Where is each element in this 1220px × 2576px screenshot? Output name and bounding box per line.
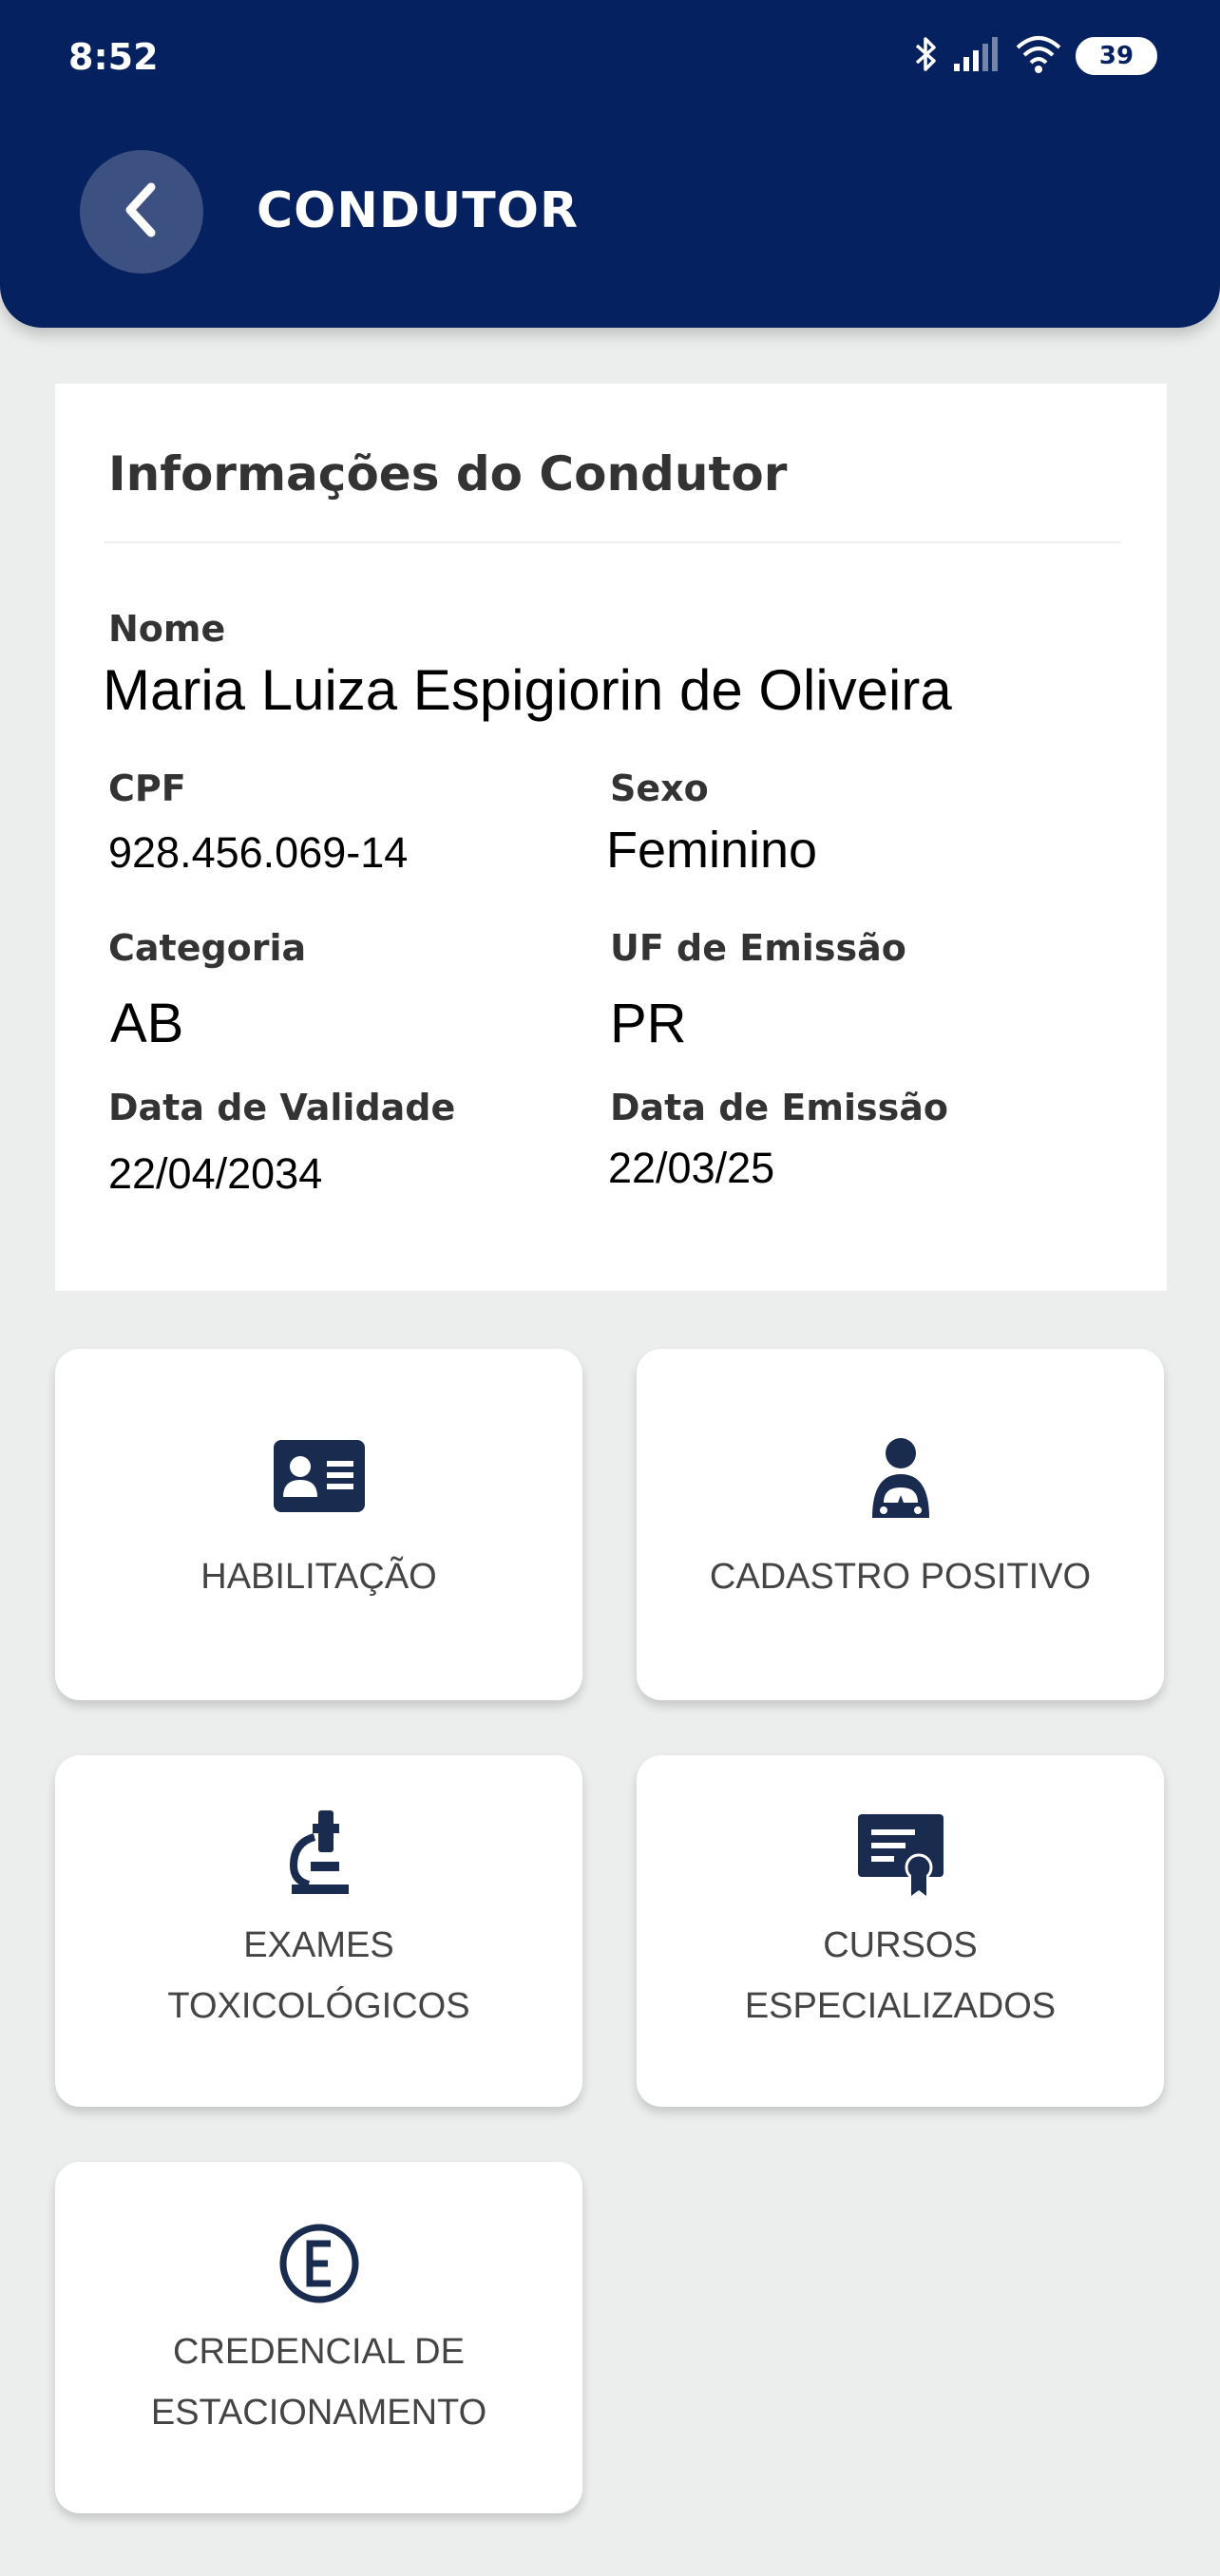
cadastro-positivo-tile[interactable]: CADASTRO POSITIVO <box>637 1349 1164 1700</box>
cursos-especializados-tile[interactable]: CURSOS ESPECIALIZADOS <box>637 1755 1164 2107</box>
sexo-value: Feminino <box>606 822 818 879</box>
emissao-label: Data de Emissão <box>610 1087 948 1128</box>
certificate-icon <box>637 1814 1164 1896</box>
divider <box>105 541 1121 543</box>
status-icons: 39 <box>914 32 1157 80</box>
validade-value: 22/04/2034 <box>108 1149 323 1198</box>
tile-label-line: EXAMES <box>243 1925 394 1965</box>
page-title: CONDUTOR <box>257 182 579 239</box>
exames-toxicologicos-tile[interactable]: EXAMES TOXICOLÓGICOS <box>55 1755 582 2107</box>
tile-label-line: HABILITAÇÃO <box>200 1557 437 1597</box>
status-time: 8:52 <box>68 36 159 78</box>
cadastro-positivo-label: CADASTRO POSITIVO <box>637 1546 1164 1607</box>
chevron-left-icon <box>121 181 162 242</box>
info-card-title: Informações do Condutor <box>108 446 788 502</box>
cpf-value: 928.456.069-14 <box>108 828 409 877</box>
nome-value: Maria Luiza Espigiorin de Oliveira <box>103 658 952 722</box>
tile-label-line: ESTACIONAMENTO <box>150 2393 487 2433</box>
cpf-label: CPF <box>108 767 186 809</box>
credencial-estacionamento-label: CREDENCIAL DE ESTACIONAMENTO <box>55 2321 582 2443</box>
tile-label-line: ESPECIALIZADOS <box>744 1986 1057 2026</box>
id-card-icon <box>55 1440 582 1512</box>
tile-label-line: CADASTRO POSITIVO <box>709 1557 1092 1597</box>
wifi-icon <box>1015 34 1062 78</box>
categoria-value: AB <box>110 993 184 1054</box>
nome-label: Nome <box>108 608 226 650</box>
back-button[interactable] <box>80 150 203 274</box>
app-header: 8:52 39 CONDUTOR <box>0 0 1220 328</box>
signal-icon <box>952 35 1001 77</box>
tile-label-line: CURSOS <box>823 1925 978 1965</box>
microscope-icon <box>55 1810 582 1896</box>
battery-level: 39 <box>1098 42 1134 70</box>
parking-e-icon <box>55 2223 582 2304</box>
categoria-label: Categoria <box>108 927 307 969</box>
battery-icon: 39 <box>1076 37 1157 75</box>
tile-label-line: CREDENCIAL DE <box>173 2332 465 2372</box>
habilitacao-tile[interactable]: HABILITAÇÃO <box>55 1349 582 1700</box>
cursos-especializados-label: CURSOS ESPECIALIZADOS <box>637 1915 1164 2036</box>
exames-toxicologicos-label: EXAMES TOXICOLÓGICOS <box>55 1915 582 2036</box>
uf-value: PR <box>610 993 687 1054</box>
person-stars-icon <box>637 1436 1164 1520</box>
credencial-estacionamento-tile[interactable]: CREDENCIAL DE ESTACIONAMENTO <box>55 2162 582 2513</box>
driver-info-card: Informações do Condutor Nome Maria Luiza… <box>55 384 1167 1291</box>
emissao-value: 22/03/25 <box>608 1144 775 1192</box>
bluetooth-icon <box>914 34 939 78</box>
sexo-label: Sexo <box>610 767 709 809</box>
tile-label-line: TOXICOLÓGICOS <box>167 1986 470 2026</box>
validade-label: Data de Validade <box>108 1087 456 1128</box>
uf-label: UF de Emissão <box>610 927 906 969</box>
habilitacao-label: HABILITAÇÃO <box>55 1546 582 1607</box>
